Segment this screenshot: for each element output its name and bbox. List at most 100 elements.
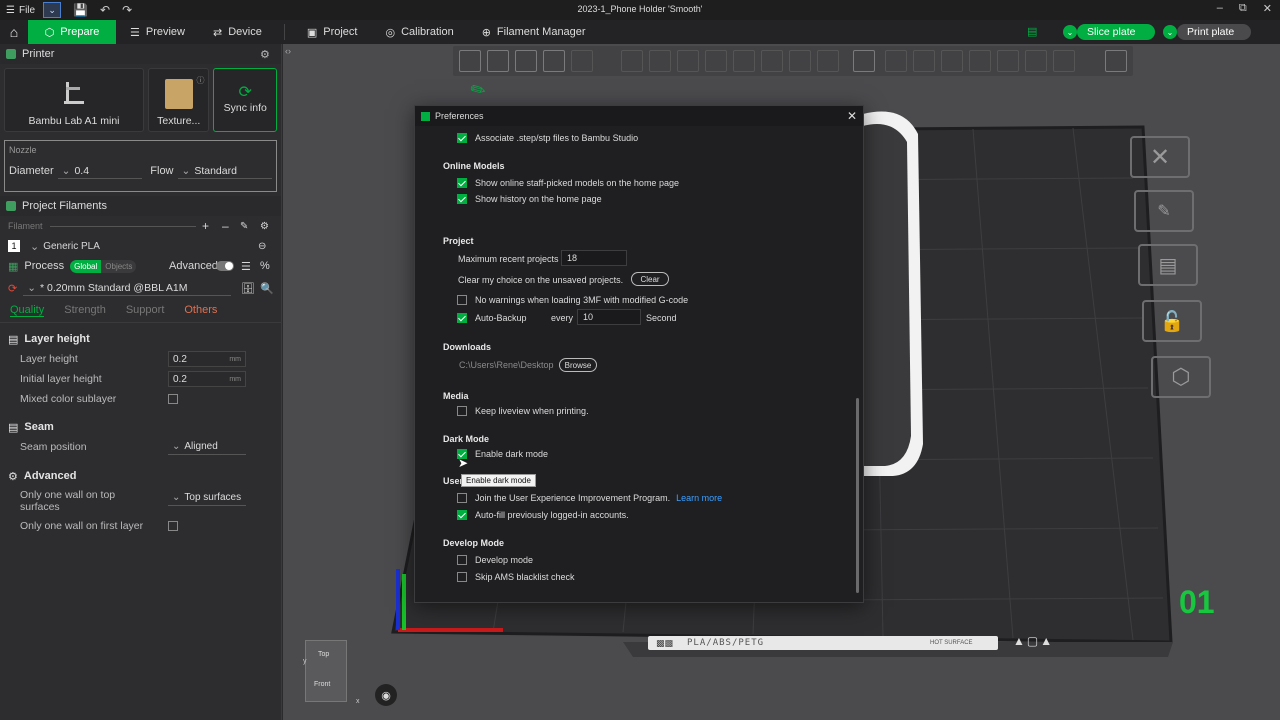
tab-device[interactable]: ⇄ Device xyxy=(199,20,276,44)
color-paint-icon[interactable] xyxy=(817,50,839,72)
max-recent-input[interactable]: 18 xyxy=(561,250,627,266)
close-icon[interactable]: ✕ xyxy=(847,109,857,123)
add-object-icon[interactable] xyxy=(459,50,481,72)
tab-project[interactable]: ▣ Project xyxy=(293,20,372,44)
show-history-option[interactable]: Show history on the home page xyxy=(457,194,602,204)
backup-interval-input[interactable]: 10 xyxy=(577,309,641,325)
remove-icon[interactable]: – xyxy=(222,219,229,233)
tab-prepare[interactable]: ⬡ Prepare xyxy=(28,20,116,44)
auto-backup-checkbox[interactable] xyxy=(457,313,467,323)
edit-icon[interactable] xyxy=(1053,50,1075,72)
sync-info-button[interactable]: ⟳ Sync info xyxy=(213,68,278,132)
file-menu[interactable]: ☰ File xyxy=(6,5,35,16)
slice-plate-button[interactable]: Slice plate xyxy=(1077,24,1155,40)
auto-backup-option[interactable]: Auto-Backup xyxy=(457,313,527,323)
remove-circle-icon[interactable]: ⊖ xyxy=(258,241,266,252)
show-history-checkbox[interactable] xyxy=(457,194,467,204)
browse-button[interactable]: Browse xyxy=(559,358,597,372)
gear-icon[interactable]: ⚙ xyxy=(260,48,270,61)
learn-more-link[interactable]: Learn more xyxy=(676,493,722,503)
autofill-option[interactable]: Auto-fill previously logged-in accounts. xyxy=(457,510,629,520)
flow-select[interactable]: ⌄ Standard xyxy=(177,163,272,179)
tab-calibration[interactable]: ◎ Calibration xyxy=(372,20,468,44)
tab-support[interactable]: Support xyxy=(126,304,165,316)
tab-quality[interactable]: Quality xyxy=(10,304,45,317)
dropdown-button[interactable]: ⌄ xyxy=(43,2,62,18)
keep-liveview-checkbox[interactable] xyxy=(457,406,467,416)
tab-filament-manager[interactable]: ⊕ Filament Manager xyxy=(468,20,600,44)
mixed-color-checkbox[interactable] xyxy=(168,394,178,404)
pen-icon[interactable]: ✎ xyxy=(467,78,491,104)
search-icon[interactable]: 🔍 xyxy=(260,282,274,295)
printer-card[interactable]: Bambu Lab A1 mini xyxy=(4,68,144,132)
enable-dark-option[interactable]: Enable dark mode xyxy=(457,449,548,459)
global-option[interactable]: Global xyxy=(70,259,102,273)
measure-icon[interactable] xyxy=(885,50,907,72)
split-view-icon[interactable] xyxy=(1105,50,1127,72)
staff-picked-checkbox[interactable] xyxy=(457,178,467,188)
diameter-select[interactable]: ⌄ 0.4 xyxy=(57,163,143,179)
associate-step-checkbox[interactable] xyxy=(457,133,467,143)
lock-plate-icon[interactable]: 🔓 xyxy=(1142,300,1202,342)
arrange-icon[interactable] xyxy=(543,50,565,72)
plate-list-icon[interactable]: ▤ xyxy=(1027,25,1037,38)
percent-icon[interactable]: % xyxy=(260,260,270,272)
undo-icon[interactable]: ↶ xyxy=(100,3,110,17)
tab-preview[interactable]: ☰ Preview xyxy=(116,20,199,44)
plate-settings-icon[interactable]: ⬡ xyxy=(1151,356,1211,398)
develop-mode-option[interactable]: Develop mode xyxy=(457,555,533,565)
list-icon[interactable]: ☰ xyxy=(241,260,251,273)
camera-button[interactable]: ◉ xyxy=(375,684,397,706)
auto-orient-icon[interactable] xyxy=(515,50,537,72)
advanced-toggle[interactable] xyxy=(216,261,234,271)
home-button[interactable]: ⌂ xyxy=(0,20,28,44)
move-icon[interactable] xyxy=(621,50,643,72)
process-preset-select[interactable]: ⌄ * 0.20mm Standard @BBL A1M xyxy=(23,280,232,296)
tab-strength[interactable]: Strength xyxy=(64,304,106,316)
texture-card[interactable]: ⓘ Texture... xyxy=(147,68,210,132)
variable-layer-icon[interactable] xyxy=(997,50,1019,72)
associate-step-option[interactable]: Associate .step/stp files to Bambu Studi… xyxy=(457,133,638,143)
delete-plate-icon[interactable]: ✕ xyxy=(1130,136,1190,178)
tab-others[interactable]: Others xyxy=(184,304,217,316)
layer-height-input[interactable]: 0.2 mm xyxy=(168,351,246,367)
slice-dropdown[interactable]: ⌄ xyxy=(1063,25,1077,39)
rotate-icon[interactable] xyxy=(649,50,671,72)
staff-picked-option[interactable]: Show online staff-picked models on the h… xyxy=(457,178,679,188)
auto-orient-plate-icon[interactable]: ✎ xyxy=(1134,190,1194,232)
global-objects-toggle[interactable]: Global Objects xyxy=(70,259,137,273)
seam-paint-icon[interactable] xyxy=(789,50,811,72)
collapse-panel-icon[interactable]: ‹› xyxy=(285,46,291,56)
scale-icon[interactable] xyxy=(677,50,699,72)
join-program-checkbox[interactable] xyxy=(457,493,467,503)
boolean-icon[interactable] xyxy=(969,50,991,72)
redo-icon[interactable]: ↷ xyxy=(122,3,132,17)
clear-button[interactable]: Clear xyxy=(631,272,669,286)
skip-ams-option[interactable]: Skip AMS blacklist check xyxy=(457,572,575,582)
skip-ams-checkbox[interactable] xyxy=(457,572,467,582)
dialog-scrollbar[interactable] xyxy=(856,398,859,593)
gear-icon[interactable]: ⚙ xyxy=(260,221,269,232)
objects-option[interactable]: Objects xyxy=(101,260,136,273)
develop-mode-checkbox[interactable] xyxy=(457,555,467,565)
add-plate-icon[interactable] xyxy=(487,50,509,72)
join-program-option[interactable]: Join the User Experience Improvement Pro… xyxy=(457,493,722,503)
no-warnings-checkbox[interactable] xyxy=(457,295,467,305)
no-warnings-option[interactable]: No warnings when loading 3MF with modifi… xyxy=(457,295,688,305)
one-wall-top-select[interactable]: ⌄ Top surfaces xyxy=(168,490,246,506)
save-preset-icon[interactable]: 🗄 xyxy=(241,282,255,295)
one-wall-first-checkbox[interactable] xyxy=(168,521,178,531)
seam-position-select[interactable]: ⌄ Aligned xyxy=(168,439,246,455)
split-icon[interactable] xyxy=(941,50,963,72)
arrange-plate-icon[interactable]: ▤ xyxy=(1138,244,1198,286)
edit-icon[interactable]: ✎ xyxy=(240,221,248,232)
restore-icon[interactable]: ⧉ xyxy=(1239,2,1247,15)
keep-liveview-option[interactable]: Keep liveview when printing. xyxy=(457,406,589,416)
support-paint-icon[interactable] xyxy=(761,50,783,72)
filament-row[interactable]: 1 ⌄ Generic PLA ⊖ xyxy=(0,236,281,256)
cut-icon[interactable] xyxy=(733,50,755,72)
view-cube[interactable]: Top Front xyxy=(305,640,347,702)
initial-layer-input[interactable]: 0.2 mm xyxy=(168,371,246,387)
save-icon[interactable]: 💾 xyxy=(73,3,88,17)
autofill-checkbox[interactable] xyxy=(457,510,467,520)
